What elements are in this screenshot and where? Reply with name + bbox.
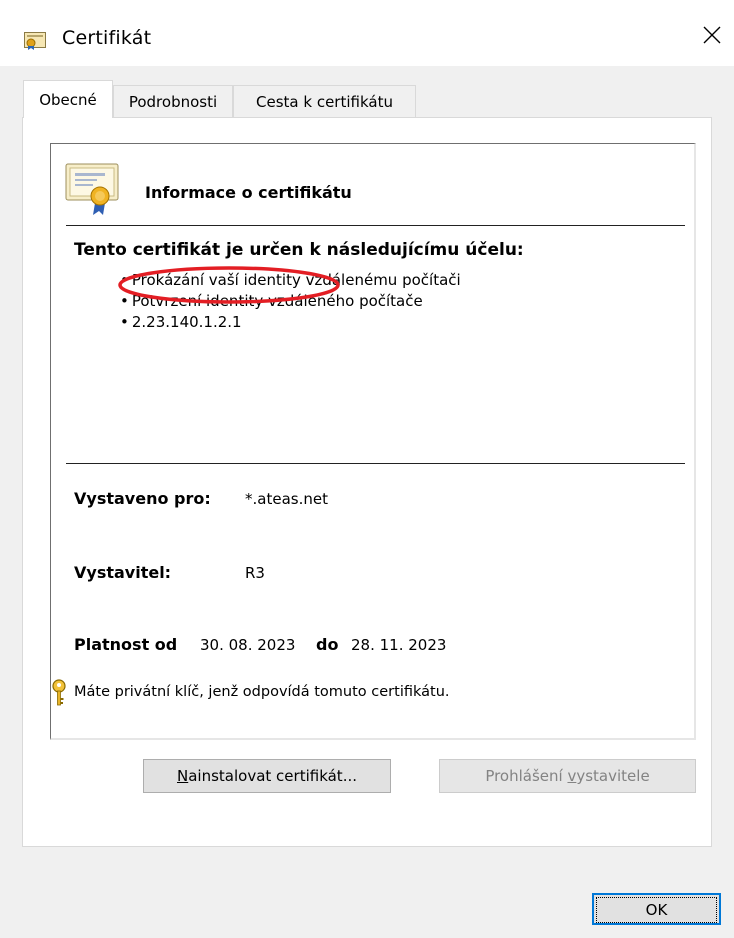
private-key-note: Máte privátní klíč, jenž odpovídá tomuto… [74,684,450,700]
info-heading: Informace o certifikátu [145,183,352,202]
issued-to-value: *.ateas.net [245,490,328,508]
tab-certification-path[interactable]: Cesta k certifikátu [233,85,416,117]
tab-details[interactable]: Podrobnosti [113,85,233,117]
install-label: ainstalovat certifikát... [188,767,357,785]
issuer-label: Vystavitel: [74,563,172,582]
issuer-statement-button[interactable]: Prohlášení vystavitele [439,759,696,793]
ok-button[interactable]: OK [592,893,721,925]
certificate-icon [24,32,46,50]
purpose-item: Prokázání vaší identity vzdálenému počít… [120,270,461,291]
divider-bottom [66,463,685,464]
valid-from-value: 30. 08. 2023 [200,636,296,654]
purpose-item: 2.23.140.1.2.1 [120,312,461,333]
purpose-heading: Tento certifikát je určen k následujícím… [74,240,524,260]
valid-to-label: do [316,635,339,654]
purpose-list: Prokázání vaší identity vzdálenému počít… [120,270,461,333]
tab-general[interactable]: Obecné [23,80,113,118]
issued-to-label: Vystaveno pro: [74,489,211,508]
issuer-statement-label: ystavitele [576,767,650,785]
key-icon [52,679,66,706]
issuer-statement-prefix: Prohlášení [485,767,568,785]
install-certificate-button[interactable]: Nainstalovat certifikát... [143,759,391,793]
issuer-value: R3 [245,564,265,582]
valid-to-value: 28. 11. 2023 [351,636,447,654]
install-mnemonic: N [177,767,189,785]
ok-label: OK [596,897,717,923]
close-icon [703,26,721,44]
window-title: Certifikát [62,27,152,49]
valid-from-label: Platnost od [74,635,178,654]
divider-top [66,225,685,226]
close-button[interactable] [694,18,730,52]
certificate-ribbon-icon [65,163,119,215]
purpose-item: Potvrzení identity vzdáleného počítače [120,291,461,312]
title-bar: Certifikát [0,0,734,66]
